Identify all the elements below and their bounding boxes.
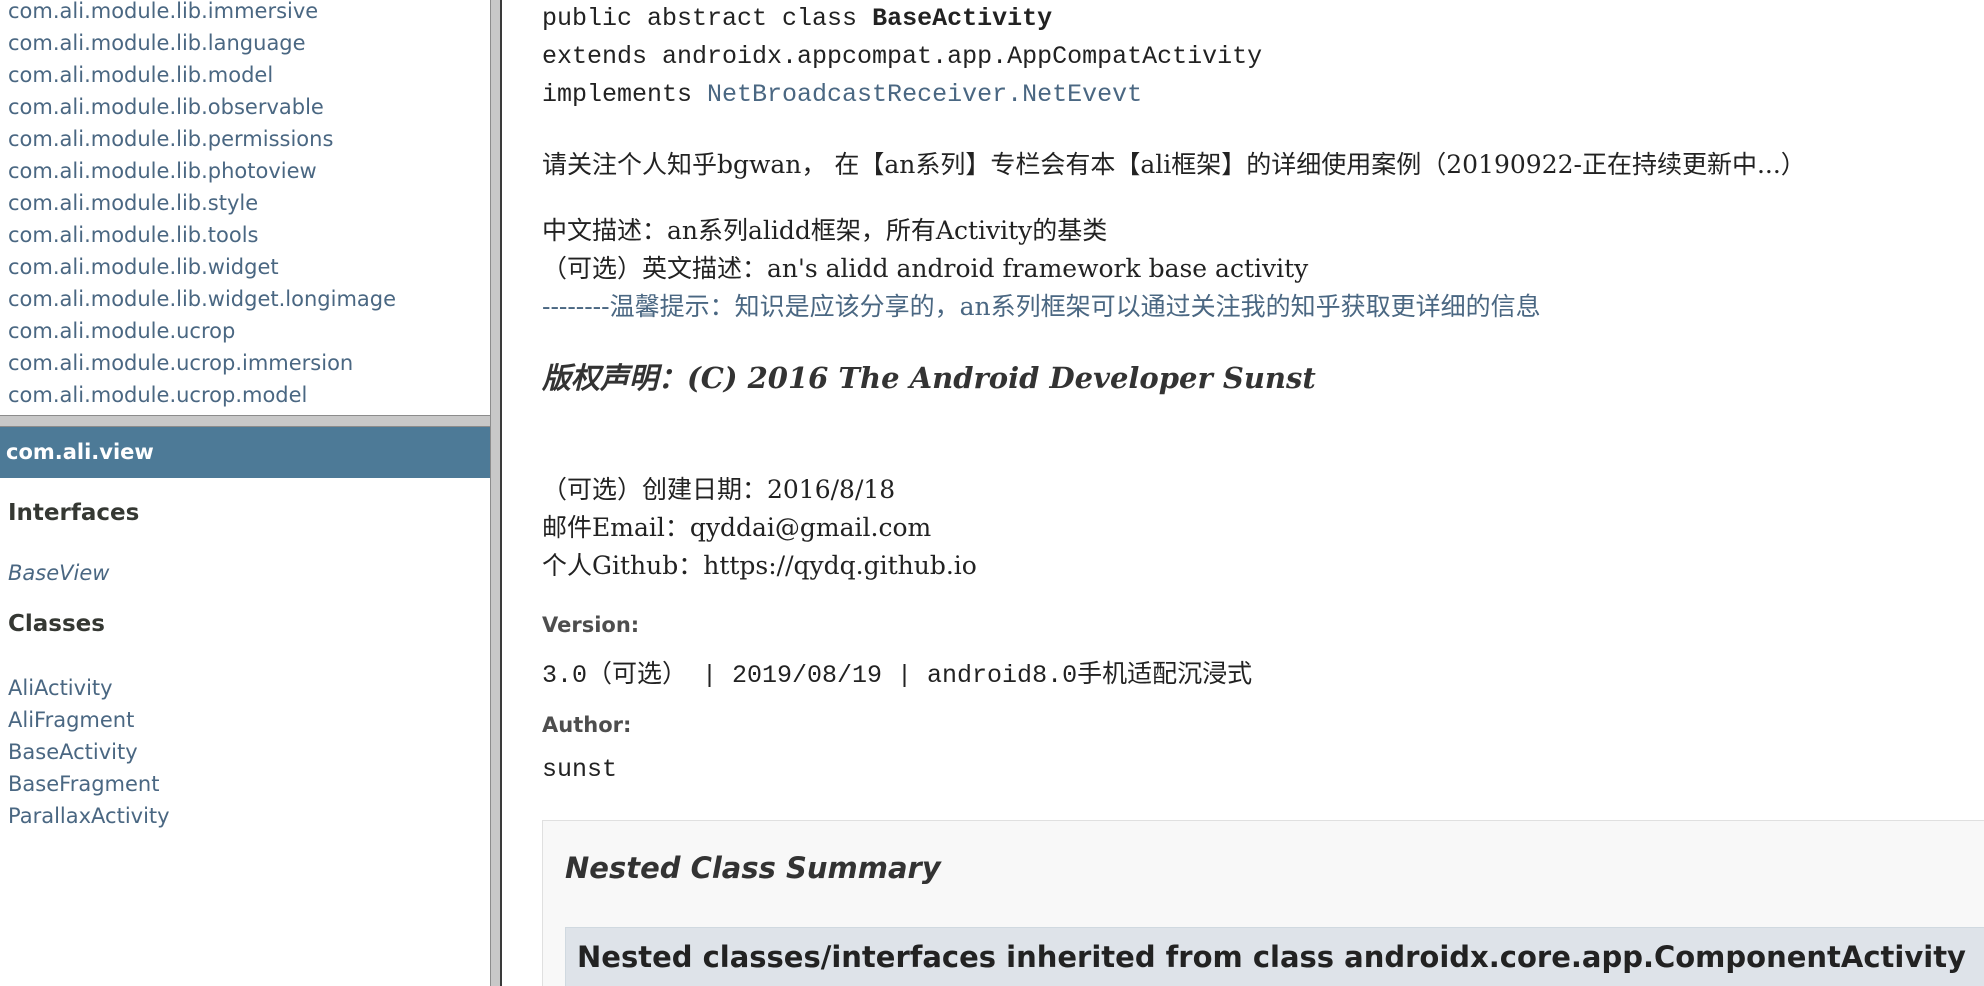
copyright-heading: 版权声明：(C) 2016 The Android Developer Suns… [542,361,1316,395]
class-link[interactable]: BaseFragment [8,768,170,800]
class-list: AliActivity AliFragment BaseActivity Bas… [8,672,170,832]
create-date: （可选）创建日期：2016/8/18 [542,475,896,504]
frame-resize-handle-vertical[interactable] [490,0,502,986]
package-title[interactable]: com.ali.view [0,427,490,478]
class-link[interactable]: BaseActivity [8,736,170,768]
interface-link-baseview[interactable]: BaseView [8,561,109,585]
class-signature-line: public abstract class BaseActivity [542,4,1052,33]
class-link[interactable]: AliFragment [8,704,170,736]
package-link[interactable]: com.ali.module.lib.observable [8,91,396,123]
package-link[interactable]: com.ali.module.lib.immersive [8,0,396,27]
package-link[interactable]: com.ali.module.ucrop.model [8,379,396,411]
class-name: BaseActivity [872,4,1053,33]
package-link[interactable]: com.ali.module.lib.permissions [8,123,396,155]
classes-heading: Classes [8,611,105,637]
class-modifiers: public abstract class [542,4,873,33]
implements-link[interactable]: NetBroadcastReceiver.NetEvevt [707,80,1142,109]
nested-class-summary: Nested Class Summary Nested classes/inte… [542,820,1984,986]
class-link[interactable]: AliActivity [8,672,170,704]
email-text: 邮件Email：qyddai@gmail.com [542,513,932,542]
version-label: Version: [542,613,640,637]
class-link[interactable]: ParallaxActivity [8,800,170,832]
implements-line: implements NetBroadcastReceiver.NetEvevt [542,80,1142,109]
interfaces-heading: Interfaces [8,500,140,526]
description-cn: 中文描述：an系列alidd框架，所有Activity的基类 [542,216,1108,245]
inherited-nested-classes-title: Nested classes/interfaces inherited from… [577,940,1966,974]
nested-class-summary-title: Nested Class Summary [565,851,941,885]
package-link[interactable]: com.ali.module.ucrop [8,315,396,347]
left-frames: com.ali.module.lib.immersive com.ali.mod… [0,0,490,986]
description-en: （可选）英文描述：an's alidd android framework ba… [542,254,1309,283]
frame-resize-handle-horizontal[interactable] [0,415,490,427]
notice-text: 请关注个人知乎bgwan， 在【an系列】专栏会有本【ali框架】的详细使用案例… [542,150,1806,179]
author-value: sunst [542,755,618,784]
author-label: Author: [542,713,632,737]
inherited-nested-classes-header: Nested classes/interfaces inherited from… [565,927,1984,986]
package-list: com.ali.module.lib.immersive com.ali.mod… [8,0,396,411]
package-link[interactable]: com.ali.module.lib.widget [8,251,396,283]
package-link[interactable]: com.ali.module.lib.model [8,59,396,91]
tip-link[interactable]: --------温馨提示：知识是应该分享的，an系列框架可以通过关注我的知乎获取… [542,287,1541,323]
version-value: 3.0（可选） | 2019/08/19 | android8.0手机适配沉浸式 [542,661,1253,690]
package-link[interactable]: com.ali.module.lib.widget.longimage [8,283,396,315]
implements-keyword: implements [542,80,708,109]
package-list-frame[interactable]: com.ali.module.lib.immersive com.ali.mod… [0,0,490,415]
github-text: 个人Github：https://qydq.github.io [542,551,977,580]
package-link[interactable]: com.ali.module.lib.tools [8,219,396,251]
package-link[interactable]: com.ali.module.ucrop.immersion [8,347,396,379]
class-documentation: public abstract class BaseActivity exten… [502,0,1984,986]
package-link[interactable]: com.ali.module.lib.style [8,187,396,219]
extends-line: extends androidx.appcompat.app.AppCompat… [542,42,1263,71]
package-classes-frame: com.ali.view Interfaces BaseView Classes… [0,427,490,986]
package-link[interactable]: com.ali.module.lib.language [8,27,396,59]
package-link[interactable]: com.ali.module.lib.photoview [8,155,396,187]
